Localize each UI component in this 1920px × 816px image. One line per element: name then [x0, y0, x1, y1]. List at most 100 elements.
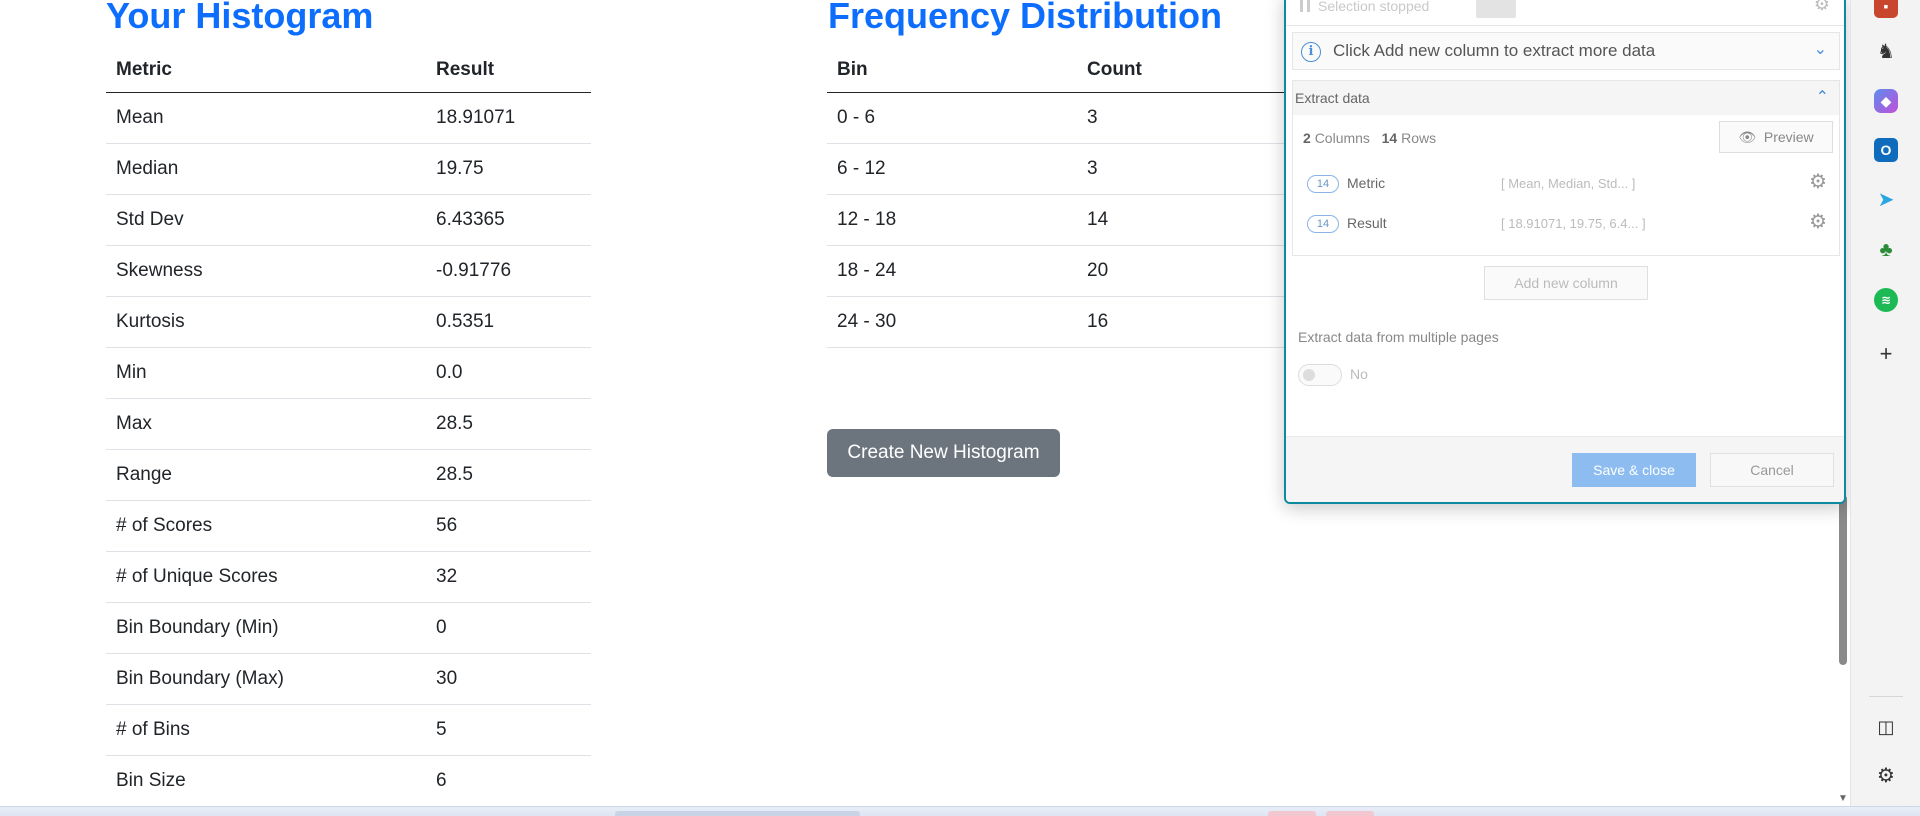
column-name: Metric	[1347, 175, 1386, 191]
row-label-cell: 6 - 12	[827, 143, 1077, 195]
table-row: Max 28.5	[106, 398, 591, 450]
outlook-icon[interactable]: O	[1874, 138, 1898, 162]
scrollbar-thumb[interactable]	[1839, 495, 1847, 665]
table-row: # of Unique Scores 32	[106, 551, 591, 603]
info-bar[interactable]: i Click Add new column to extract more d…	[1292, 32, 1840, 70]
taskbar-app[interactable]	[1268, 811, 1316, 816]
taskbar-app[interactable]	[615, 811, 860, 816]
column-settings-gear-icon[interactable]: ⚙	[1809, 169, 1827, 194]
column-preview-values: [ Mean, Median, Std... ]	[1501, 176, 1636, 191]
table-row: Skewness -0.91776	[106, 245, 591, 297]
table-row: Std Dev 6.43365	[106, 194, 591, 246]
gear-icon[interactable]: ⚙	[1814, 0, 1830, 15]
send-icon[interactable]: ➤	[1874, 188, 1898, 212]
eye-toggle-button[interactable]	[1476, 0, 1516, 18]
chess-icon[interactable]: ♞	[1874, 40, 1898, 64]
frequency-table: Bin Count 0 - 636 - 12 3 12 - 18 14 18 - 24 2…	[827, 48, 1297, 348]
column-header-result: Result	[426, 48, 591, 93]
toolbox-icon[interactable]: ▪	[1874, 0, 1898, 18]
add-new-column-button[interactable]: Add new column	[1484, 266, 1648, 300]
selection-toolbar: Selection stopped ⚙	[1286, 0, 1844, 26]
add-icon[interactable]: +	[1874, 342, 1898, 366]
spotify-icon[interactable]: ≋	[1874, 288, 1898, 312]
row-label-cell: Mean	[106, 92, 426, 144]
column-preview-values: [ 18.91071, 19.75, 6.4... ]	[1501, 216, 1646, 231]
selection-status: Selection stopped	[1318, 0, 1430, 14]
scroll-down-arrow-icon[interactable]: ▼	[1837, 792, 1849, 806]
row-value-cell: 0.5351	[426, 296, 591, 348]
copilot-icon[interactable]: ◆	[1874, 89, 1898, 113]
multi-page-toggle[interactable]	[1298, 364, 1342, 386]
row-count-badge: 14	[1307, 175, 1339, 193]
tree-icon[interactable]: ♣	[1874, 238, 1898, 262]
pause-icon[interactable]	[1300, 0, 1310, 12]
extract-data-header[interactable]: Extract data ⌃	[1293, 81, 1839, 115]
row-label-cell: 0 - 6	[827, 92, 1077, 144]
column-header-count: Count	[1077, 48, 1297, 93]
sidebar-divider	[1869, 696, 1903, 697]
extracted-column-row[interactable]: 14 Metric [ Mean, Median, Std... ] ⚙	[1307, 169, 1827, 199]
row-value-cell: 3	[1077, 92, 1297, 144]
row-value-cell: 56	[426, 500, 591, 552]
chevron-down-icon[interactable]: ⌄	[1814, 39, 1827, 59]
row-label-cell: 12 - 18	[827, 194, 1077, 246]
split-screen-icon[interactable]: ◫	[1874, 715, 1898, 739]
row-label-cell: Range	[106, 449, 426, 501]
table-header-row: Metric Result	[106, 48, 591, 93]
row-label-cell: 24 - 30	[827, 296, 1077, 348]
row-label-cell: # of Bins	[106, 704, 426, 756]
eye-icon: 👁︎	[1738, 129, 1757, 145]
extracted-column-row[interactable]: 14 Result [ 18.91071, 19.75, 6.4... ] ⚙	[1307, 209, 1827, 239]
row-value-cell: 5	[426, 704, 591, 756]
browser-sidebar: ▪ ♞ ◆ O ➤ ♣ ≋ + ◫ ⚙	[1850, 0, 1920, 806]
toggle-knob	[1303, 369, 1315, 381]
chevron-up-icon[interactable]: ⌃	[1816, 87, 1829, 107]
row-value-cell: 14	[1077, 194, 1297, 246]
row-count-badge: 14	[1307, 215, 1339, 233]
table-row: 0 - 63	[827, 92, 1297, 144]
table-row: Bin Size 6	[106, 755, 591, 806]
columns-label: Columns	[1314, 130, 1370, 146]
table-row: Bin Boundary (Min) 0	[106, 602, 591, 654]
row-value-cell: 6	[426, 755, 591, 806]
row-label-cell: # of Scores	[106, 500, 426, 552]
row-value-cell: 0.0	[426, 347, 591, 399]
row-value-cell: 30	[426, 653, 591, 705]
save-and-close-button[interactable]: Save & close	[1572, 453, 1696, 487]
histogram-title: Your Histogram	[106, 0, 374, 36]
preview-button[interactable]: 👁︎ Preview	[1719, 121, 1833, 153]
row-value-cell: 19.75	[426, 143, 591, 195]
column-header-metric: Metric	[106, 48, 426, 93]
histogram-metrics-table: Metric Result Mean 18.91071 Median 19.75 Std…	[106, 48, 591, 806]
data-extraction-panel: Selection stopped ⚙ i Click Add new colu…	[1284, 0, 1846, 504]
row-label-cell: Bin Boundary (Min)	[106, 602, 426, 654]
table-header-row: Bin Count	[827, 48, 1297, 93]
row-value-cell: 32	[426, 551, 591, 603]
create-new-histogram-button[interactable]: Create New Histogram	[827, 429, 1060, 477]
row-value-cell: 20	[1077, 245, 1297, 297]
row-label-cell: Median	[106, 143, 426, 195]
settings-icon[interactable]: ⚙	[1874, 764, 1898, 788]
multi-page-label: Extract data from multiple pages	[1298, 329, 1499, 345]
row-label-cell: Max	[106, 398, 426, 450]
row-label-cell: 18 - 24	[827, 245, 1077, 297]
taskbar	[0, 806, 1920, 816]
row-label-cell: Kurtosis	[106, 296, 426, 348]
row-value-cell: 0	[426, 602, 591, 654]
table-row: Range 28.5	[106, 449, 591, 501]
info-text: Click Add new column to extract more dat…	[1333, 41, 1656, 60]
table-row: Kurtosis 0.5351	[106, 296, 591, 348]
row-value-cell: 18.91071	[426, 92, 591, 144]
column-settings-gear-icon[interactable]: ⚙	[1809, 209, 1827, 234]
row-value-cell: 28.5	[426, 449, 591, 501]
table-row: 24 - 30 16	[827, 296, 1297, 348]
cancel-button[interactable]: Cancel	[1710, 453, 1834, 487]
table-row: Median 19.75	[106, 143, 591, 195]
taskbar-app[interactable]	[1326, 811, 1374, 816]
row-label-cell: Bin Size	[106, 755, 426, 806]
table-row: Mean 18.91071	[106, 92, 591, 144]
row-label-cell: # of Unique Scores	[106, 551, 426, 603]
table-row: # of Scores 56	[106, 500, 591, 552]
frequency-title: Frequency Distribution	[828, 0, 1223, 36]
rows-label: Rows	[1401, 130, 1437, 146]
